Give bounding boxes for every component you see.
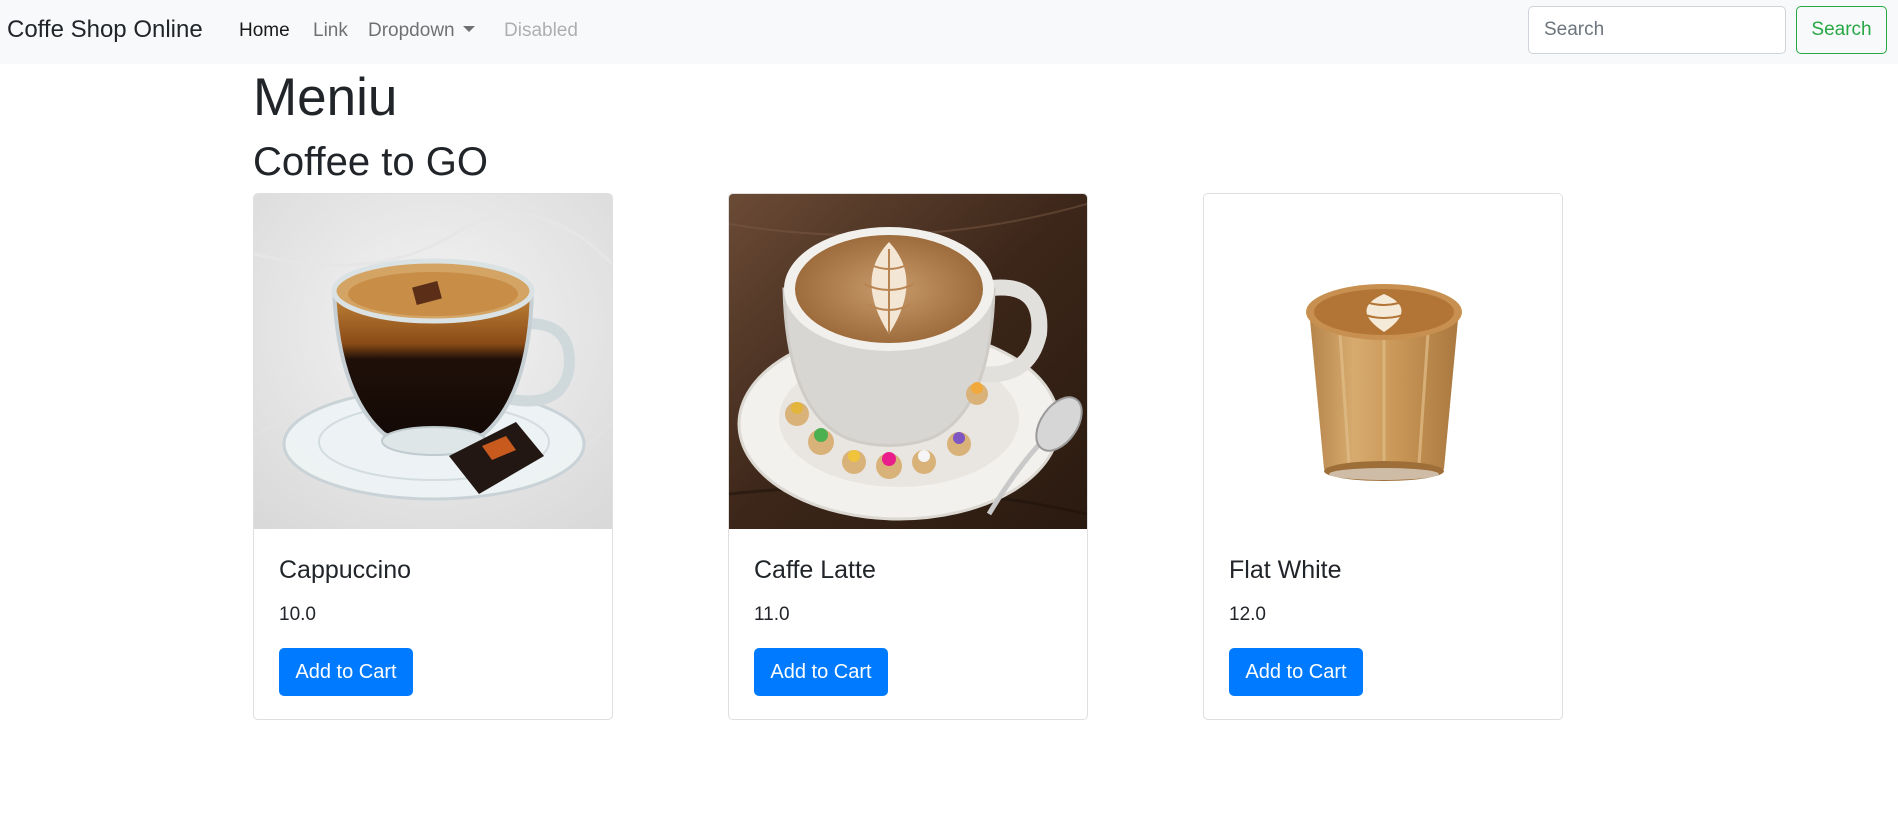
espresso-glass-cup-image <box>254 194 612 529</box>
add-to-cart-button[interactable]: Add to Cart <box>754 648 888 696</box>
nav-link-home[interactable]: Home <box>239 18 290 44</box>
latte-art-cup-image <box>729 194 1087 529</box>
add-to-cart-button[interactable]: Add to Cart <box>1229 648 1363 696</box>
product-price: 10.0 <box>279 604 316 625</box>
navbar: Coffe Shop Online Home Link Dropdown Dis… <box>0 0 1898 64</box>
caret-down-icon <box>462 26 475 32</box>
product-price: 12.0 <box>1229 604 1266 625</box>
product-name: Cappuccino <box>279 556 412 584</box>
nav-link-disabled: Disabled <box>504 20 578 41</box>
flat-white-glass-image <box>1204 194 1562 529</box>
product-name: Flat White <box>1229 556 1342 584</box>
search-button[interactable]: Search <box>1796 6 1887 54</box>
product-price: 11.0 <box>754 604 790 625</box>
section-title: Coffee to GO <box>253 140 488 184</box>
add-to-cart-button[interactable]: Add to Cart <box>279 648 413 696</box>
search-input[interactable] <box>1528 6 1786 54</box>
nav-dropdown-label: Dropdown <box>368 20 455 41</box>
page-title: Meniu <box>253 68 398 127</box>
product-card-caffe-latte: Caffe Latte 11.0 Add to Cart <box>728 193 1088 720</box>
product-card-cappuccino: Cappuccino 10.0 Add to Cart <box>253 193 613 720</box>
brand-link[interactable]: Coffe Shop Online <box>7 14 203 46</box>
nav-dropdown-toggle[interactable]: Dropdown <box>368 18 475 44</box>
nav-link-link[interactable]: Link <box>313 18 348 44</box>
product-name: Caffe Latte <box>754 556 876 584</box>
product-card-flat-white: Flat White 12.0 Add to Cart <box>1203 193 1563 720</box>
